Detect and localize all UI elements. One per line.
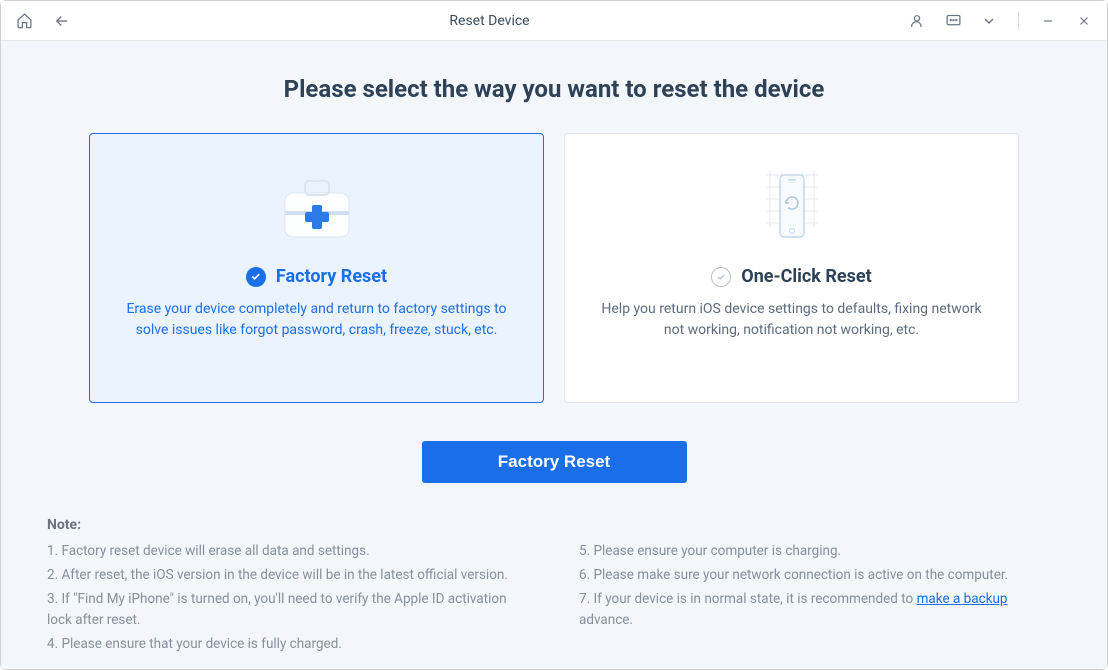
note-item: 5. Please ensure your computer is chargi… — [579, 541, 1063, 562]
titlebar-divider — [1018, 12, 1019, 30]
note-item: 4. Please ensure that your device is ful… — [47, 634, 531, 655]
factory-reset-title: Factory Reset — [276, 266, 387, 287]
window-title: Reset Device — [71, 13, 908, 29]
one-click-reset-title-row: One-Click Reset — [601, 266, 982, 287]
note-item: 1. Factory reset device will erase all d… — [47, 541, 531, 562]
note-text: 7. If your device is in normal state, it… — [579, 591, 917, 607]
make-backup-link[interactable]: make a backup — [917, 591, 1008, 607]
note-item: 7. If your device is in normal state, it… — [579, 589, 1063, 631]
medkit-icon — [126, 164, 507, 250]
minimize-icon[interactable] — [1039, 12, 1057, 30]
content-area: Please select the way you want to reset … — [1, 41, 1107, 669]
back-icon[interactable] — [53, 12, 71, 30]
note-item: 2. After reset, the iOS version in the d… — [47, 565, 531, 586]
notes-title: Note: — [47, 517, 1063, 533]
page-heading: Please select the way you want to reset … — [45, 75, 1063, 103]
user-icon[interactable] — [908, 12, 926, 30]
feedback-icon[interactable] — [944, 12, 962, 30]
factory-reset-title-row: Factory Reset — [126, 266, 507, 287]
note-item: 6. Please make sure your network connect… — [579, 565, 1063, 586]
one-click-reset-card[interactable]: One-Click Reset Help you return iOS devi… — [564, 133, 1019, 403]
one-click-reset-title: One-Click Reset — [741, 266, 871, 287]
check-unselected-icon — [711, 267, 731, 287]
one-click-reset-desc: Help you return iOS device settings to d… — [601, 299, 982, 341]
titlebar-right — [908, 12, 1093, 30]
note-text: advance. — [579, 612, 633, 628]
titlebar-left — [15, 12, 71, 30]
factory-reset-button[interactable]: Factory Reset — [422, 441, 687, 483]
note-item: 3. If "Find My iPhone" is turned on, you… — [47, 589, 531, 631]
notes-columns: 1. Factory reset device will erase all d… — [47, 541, 1063, 658]
notes-section: Note: 1. Factory reset device will erase… — [45, 517, 1063, 658]
chevron-down-icon[interactable] — [980, 12, 998, 30]
close-icon[interactable] — [1075, 12, 1093, 30]
titlebar: Reset Device — [1, 1, 1107, 41]
notes-column-left: 1. Factory reset device will erase all d… — [47, 541, 531, 658]
home-icon[interactable] — [15, 12, 33, 30]
check-selected-icon — [246, 267, 266, 287]
phone-refresh-icon — [601, 164, 982, 250]
factory-reset-desc: Erase your device completely and return … — [126, 299, 507, 341]
notes-column-right: 5. Please ensure your computer is chargi… — [579, 541, 1063, 658]
factory-reset-card[interactable]: Factory Reset Erase your device complete… — [89, 133, 544, 403]
reset-options: Factory Reset Erase your device complete… — [45, 133, 1063, 403]
